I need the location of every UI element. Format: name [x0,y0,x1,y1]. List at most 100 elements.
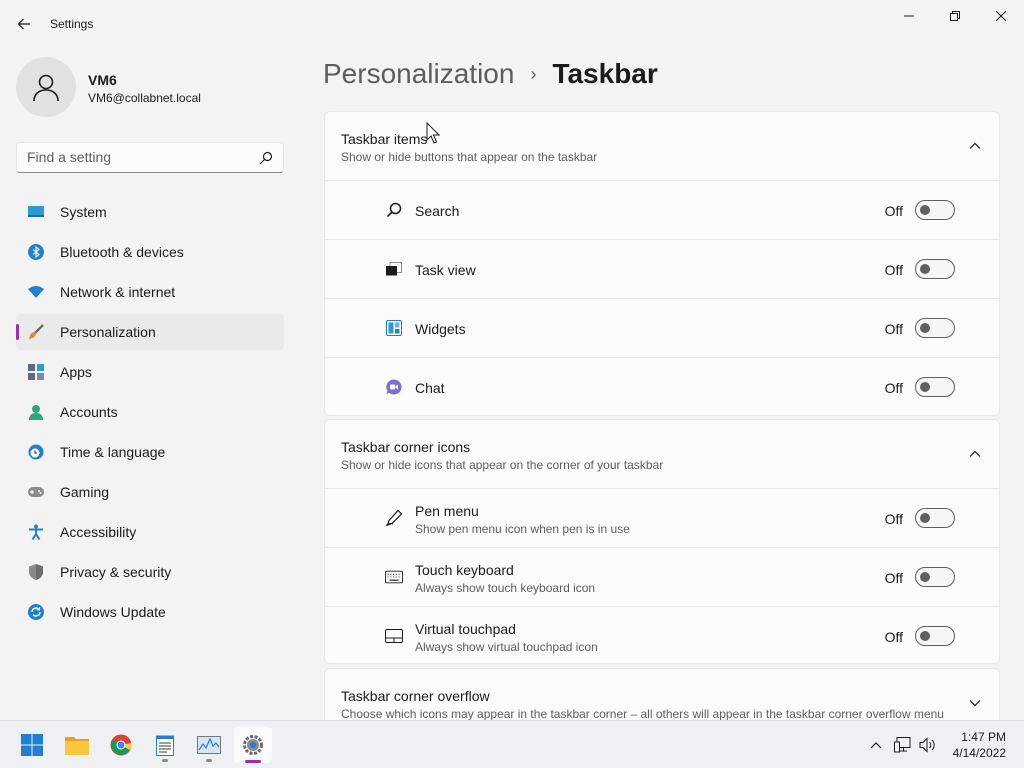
breadcrumb-parent-link[interactable]: Personalization [323,58,514,90]
search-icon[interactable] [259,151,273,165]
section-title: Taskbar items [341,131,428,147]
setting-label: Touch keyboard [415,562,514,578]
setting-label: Chat [415,380,445,396]
settings-gear-icon [243,735,263,755]
network-tray-button[interactable] [893,735,913,755]
setting-label: Widgets [415,321,466,337]
start-button[interactable] [13,727,51,763]
setting-row-search: Search Off [325,180,999,239]
toggle-state-text: Off [884,262,903,278]
sidebar-item-network[interactable]: Network & internet [16,274,284,310]
clock-date: 4/14/2022 [952,746,1006,760]
taskbar-items-card: Taskbar items Show or hide buttons that … [324,111,1000,416]
section-subtitle: Show or hide buttons that appear on the … [341,150,598,164]
setting-row-widgets: Widgets Off [325,298,999,357]
search-input[interactable] [27,149,247,165]
show-hidden-icons-button[interactable] [866,735,886,755]
virtual-touchpad-toggle[interactable] [915,626,955,646]
setting-description: Always show touch keyboard icon [415,581,596,595]
restore-button[interactable] [932,0,978,32]
update-icon [28,604,44,620]
chrome-icon [110,734,132,756]
running-indicator [206,759,212,762]
title-bar: Settings [0,0,1024,48]
taskbar-corner-overflow-card: Taskbar corner overflow Choose which ico… [324,668,1000,728]
task-view-toggle[interactable] [915,259,955,279]
sidebar-item-system[interactable]: System [16,194,284,230]
sidebar-item-accessibility[interactable]: Accessibility [16,514,284,550]
chevron-up-icon [870,742,882,749]
toggle-state-text: Off [884,380,903,396]
section-subtitle: Choose which icons may appear in the tas… [341,707,944,721]
taskbar-notepad[interactable] [146,727,184,763]
close-button[interactable] [978,0,1024,32]
sidebar-item-accounts[interactable]: Accounts [16,394,284,430]
shield-icon [28,564,44,580]
chevron-down-icon[interactable] [969,697,981,709]
taskbar-corner-icons-header[interactable]: Taskbar corner icons Show or hide icons … [325,420,999,488]
setting-description: Always show virtual touchpad icon [415,640,598,654]
setting-row-touch-keyboard: Touch keyboard Always show touch keyboar… [325,547,999,606]
taskbar-file-explorer[interactable] [58,727,96,763]
clock-time: 1:47 PM [961,730,1006,744]
section-subtitle: Show or hide icons that appear on the co… [341,458,664,472]
search-toggle[interactable] [915,200,955,220]
person-icon [28,404,44,420]
chevron-up-icon[interactable] [969,448,981,460]
widgets-icon [385,319,403,337]
performance-monitor-icon [197,736,221,754]
file-explorer-icon [65,737,89,755]
search-icon [385,201,403,219]
sidebar-nav: System Bluetooth & devices Network & int… [16,194,284,634]
pen-menu-toggle[interactable] [915,508,955,528]
user-name: VM6 [88,72,117,88]
sidebar-item-label: Apps [60,364,92,380]
toggle-state-text: Off [884,629,903,645]
active-app-indicator [245,760,261,763]
sidebar-item-time-language[interactable]: Time & language [16,434,284,470]
sidebar-item-label: Accounts [60,404,118,420]
setting-row-chat: Chat Off [325,357,999,415]
widgets-toggle[interactable] [915,318,955,338]
sidebar-item-apps[interactable]: Apps [16,354,284,390]
accessibility-icon [28,524,44,540]
network-icon [894,737,911,753]
close-icon [996,11,1006,21]
section-title: Taskbar corner overflow [341,688,490,704]
system-clock[interactable]: 1:47 PM 4/14/2022 [953,729,1006,761]
sidebar-item-gaming[interactable]: Gaming [16,474,284,510]
wifi-icon [28,284,44,300]
taskbar-chrome[interactable] [102,727,140,763]
sidebar-item-personalization[interactable]: Personalization [16,314,284,350]
gamepad-icon [28,484,44,500]
minimize-button[interactable] [886,0,932,32]
chevron-up-icon[interactable] [969,140,981,152]
restore-icon [950,11,960,21]
notepad-icon [156,735,174,756]
avatar[interactable] [16,57,76,117]
sidebar-item-label: Personalization [60,324,156,340]
mouse-cursor-icon [426,122,440,144]
sidebar-item-label: Gaming [60,484,110,500]
sidebar-item-windows-update[interactable]: Windows Update [16,594,284,630]
taskbar-settings[interactable] [234,727,272,763]
sidebar-item-label: System [60,204,107,220]
search-box[interactable] [16,142,284,173]
toggle-state-text: Off [884,203,903,219]
toggle-state-text: Off [884,570,903,586]
sidebar-item-label: Network & internet [60,284,176,300]
running-indicator [162,759,168,762]
sidebar-item-label: Time & language [60,444,166,460]
back-button[interactable] [10,10,38,38]
taskbar-performance-monitor[interactable] [190,727,228,763]
clock-globe-icon [28,444,44,460]
touch-keyboard-toggle[interactable] [915,567,955,587]
breadcrumb: Personalization › Taskbar [323,58,658,90]
page-title: Taskbar [552,58,658,89]
sidebar-item-privacy[interactable]: Privacy & security [16,554,284,590]
sidebar-item-bluetooth[interactable]: Bluetooth & devices [16,234,284,270]
volume-tray-button[interactable] [918,735,938,755]
chat-toggle[interactable] [915,377,955,397]
breadcrumb-separator-icon: › [530,63,537,84]
setting-row-virtual-touchpad: Virtual touchpad Always show virtual tou… [325,606,999,663]
